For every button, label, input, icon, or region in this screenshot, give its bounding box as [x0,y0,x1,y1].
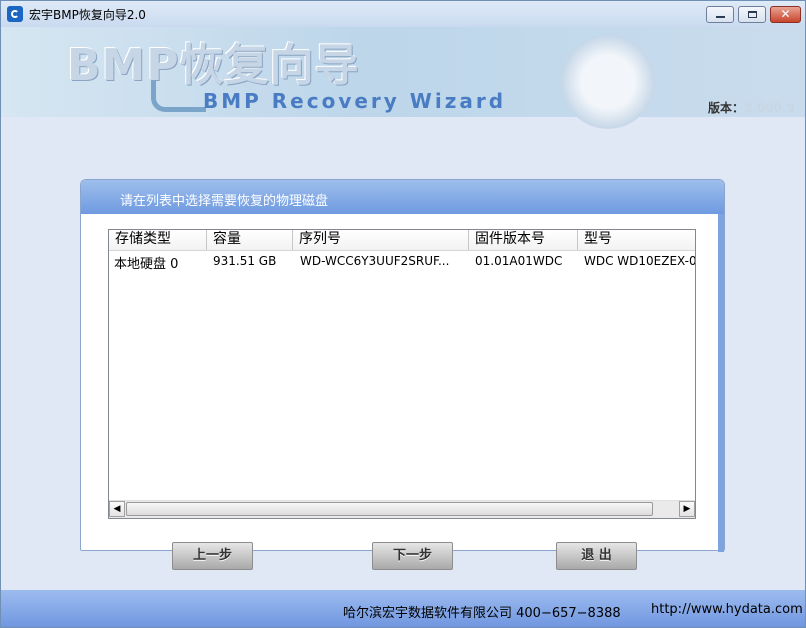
column-model[interactable]: 型号 [578,230,695,250]
footer-bar: 哈尔滨宏宇数据软件有限公司 400−657−8388 http://www.hy… [1,590,805,627]
version-value: 2.000.9 [744,101,795,115]
header-banner: BMP恢复向导 BMP Recovery Wizard 版本：2.000.9 [1,27,805,129]
panel-side-bar [718,214,724,552]
column-storage-type[interactable]: 存储类型 [109,230,207,250]
close-button[interactable]: ✕ [770,6,801,23]
cell-storage-type: 本地硬盘 0 [114,257,179,272]
horizontal-scrollbar[interactable]: ◀ ▶ [109,500,695,518]
maximize-icon [748,11,757,18]
column-firmware[interactable]: 固件版本号 [469,230,578,250]
minimize-button[interactable] [706,6,734,23]
column-capacity[interactable]: 容量 [207,230,293,250]
scroll-right-button[interactable]: ▶ [679,501,695,517]
app-window: 宏宇BMP恢复向导2.0 ✕ BMP恢复向导 BMP Recovery Wiza… [0,0,806,628]
version-info: 版本：2.000.9 [708,99,795,116]
cell-capacity: 931.51 GB [213,254,277,268]
cell-serial: WD-WCC6Y3UUF2SRUF... [300,254,450,268]
banner-subtitle: BMP Recovery Wizard [203,89,507,113]
scroll-left-button[interactable]: ◀ [109,501,125,517]
window-title: 宏宇BMP恢复向导2.0 [29,8,146,22]
banner-title: BMP恢复向导 [67,40,360,91]
table-row[interactable]: 本地硬盘 0 931.51 GB WD-WCC6Y3UUF2SRUF... 01… [109,250,695,272]
maximize-button[interactable] [738,6,766,23]
cell-model: WDC WD10EZEX-0 [584,254,696,268]
close-icon: ✕ [780,7,791,21]
website-link[interactable]: http://www.hydata.com [651,602,803,617]
panel-header: 请在列表中选择需要恢复的物理磁盘 [81,180,724,214]
app-icon [7,6,23,22]
previous-step-button[interactable]: 上一步 [172,542,253,570]
disk-list[interactable]: 存储类型 容量 序列号 固件版本号 型号 本地硬盘 0 931.51 GB WD… [108,229,696,519]
exit-button[interactable]: 退 出 [556,542,637,570]
scroll-thumb[interactable] [126,502,653,516]
list-header: 存储类型 容量 序列号 固件版本号 型号 [109,230,695,251]
column-serial[interactable]: 序列号 [293,230,469,250]
clock-decoration [561,35,655,129]
company-info: 哈尔滨宏宇数据软件有限公司 400−657−8388 [343,606,621,621]
minimize-icon [716,16,725,18]
panel-instruction: 请在列表中选择需要恢复的物理磁盘 [120,194,329,209]
cell-firmware: 01.01A01WDC [475,254,563,268]
version-label: 版本： [708,101,745,115]
title-bar[interactable]: 宏宇BMP恢复向导2.0 ✕ [1,1,805,28]
next-step-button[interactable]: 下一步 [372,542,453,570]
